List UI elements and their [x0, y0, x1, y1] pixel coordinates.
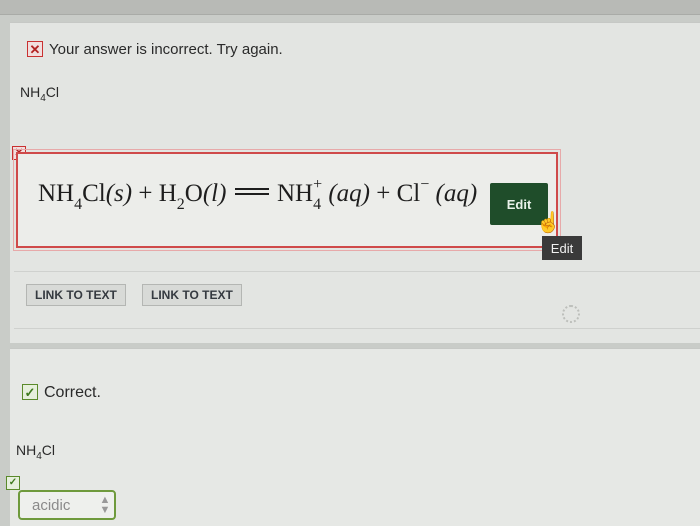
formula-base: NH [16, 442, 37, 458]
correct-message: Correct. [44, 384, 101, 401]
reactant-1-state: (s) [105, 180, 133, 207]
product-1-subscript: 4 [313, 196, 322, 213]
loading-spinner-icon [562, 305, 580, 323]
link-to-text-button-2[interactable]: LINK TO TEXT [142, 284, 242, 306]
compound-formula-2: NH4Cl [16, 442, 55, 462]
edit-tooltip: Edit [542, 236, 582, 260]
select-caret-icon: ▲ ▼ [99, 494, 111, 516]
link-to-text-button-1[interactable]: LINK TO TEXT [26, 284, 126, 306]
reactant-2-subscript: 2 [176, 196, 185, 213]
product-2-state: (aq) [435, 180, 478, 207]
plus-sign-1: + [138, 180, 153, 207]
product-2: Cl [396, 180, 421, 207]
formula-tail: Cl [41, 442, 56, 458]
hand-cursor-icon: ☝ [536, 212, 561, 234]
chemical-equation: NH4Cl(s) + H2O(l) NH4+ (aq) + Cl− (aq) [38, 176, 478, 213]
reactant-2-state: (l) [202, 180, 227, 207]
top-strip [0, 0, 700, 15]
acidity-select[interactable]: acidic ▲ ▼ [18, 490, 116, 520]
check-icon: ✓ [22, 384, 38, 400]
reactant-1-subscript: 4 [74, 196, 83, 213]
product-1-state: (aq) [328, 180, 371, 207]
link-row: LINK TO TEXT LINK TO TEXT [14, 271, 700, 329]
formula-base: NH [20, 84, 41, 100]
reactant-1-tail: Cl [82, 180, 106, 207]
equation-answer-box[interactable]: NH4Cl(s) + H2O(l) NH4+ (aq) + Cl− (aq) [13, 149, 561, 251]
select-value: acidic [32, 496, 71, 514]
reactant-2: H [158, 180, 177, 207]
compound-formula-1: NH4Cl [20, 84, 59, 104]
product-1-charge: + [313, 176, 323, 193]
formula-tail: Cl [45, 84, 60, 100]
reactant-2-tail: O [184, 180, 203, 207]
product-1: NH [276, 180, 314, 207]
plus-sign-2: + [376, 180, 391, 207]
product-2-charge: − [420, 176, 430, 193]
equilibrium-arrow-icon [234, 187, 269, 197]
incorrect-icon: ✕ [27, 41, 43, 57]
reactant-1: NH [38, 180, 75, 207]
answer-check-icon: ✓ [6, 476, 20, 490]
incorrect-message: Your answer is incorrect. Try again. [49, 41, 283, 58]
